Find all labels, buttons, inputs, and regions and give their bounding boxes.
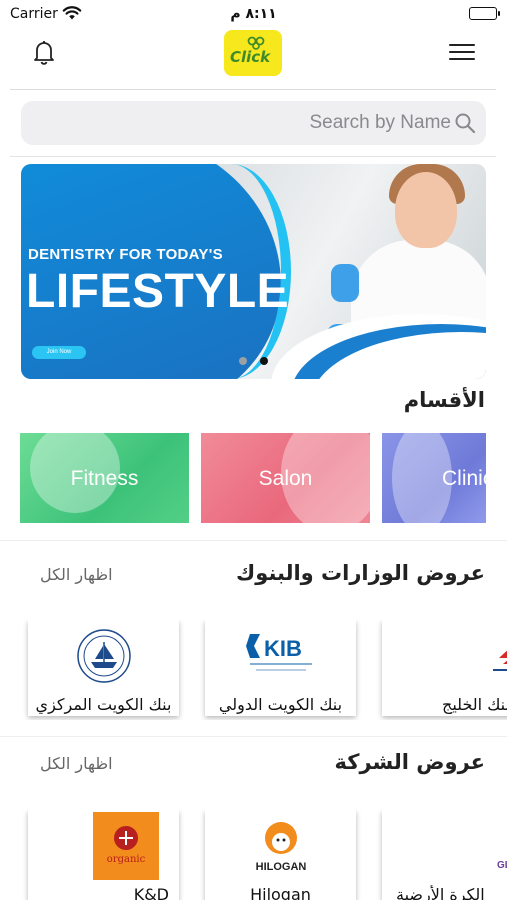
offer-card-label: الكرة الأرضية (396, 885, 485, 900)
offer-card-label: بنك الكويت المركزي (35, 695, 172, 714)
search-divider (10, 156, 496, 157)
battery-icon (469, 7, 500, 20)
svg-text:GLOBE: GLOBE (497, 860, 507, 871)
offer-card[interactable]: HILOGAN Hilogan (205, 810, 356, 900)
svg-text:HILOGAN: HILOGAN (255, 861, 306, 873)
category-fitness[interactable]: Fitness (20, 433, 189, 523)
categories-carousel: Fitness Salon Clinic (20, 433, 486, 523)
top-nav: Click (0, 28, 507, 84)
offer-card[interactable]: بنك الكويت المركزي (28, 620, 179, 716)
search-bar (21, 101, 486, 145)
app-logo[interactable]: Click (224, 30, 282, 76)
ministries-offers-title: عروض الوزارات والبنوك (236, 561, 485, 585)
clock: ٨:١١ م (230, 6, 277, 22)
company-show-all-link[interactable]: اظهار الكل (40, 754, 113, 773)
banner-photo-glove (331, 264, 359, 302)
category-clinic[interactable]: Clinic (382, 433, 486, 523)
offer-card[interactable]: organic K&D (28, 810, 179, 900)
hilogan-logo-icon: HILOGAN (246, 818, 316, 884)
offer-card[interactable]: GLOBE الكرة الأرضية (382, 810, 507, 900)
offer-card-label: K&D (133, 885, 169, 900)
category-label: Salon (258, 467, 313, 490)
banner-cta-button[interactable]: Join Now (32, 346, 86, 359)
offer-card-label: بنك الكويت الدولي (218, 695, 343, 714)
promo-banner[interactable]: DENTISTRY FOR TODAY'S LIFESTYLE Join Now (21, 164, 486, 379)
category-label: Clinic (442, 467, 486, 490)
carousel-dot-active[interactable] (260, 357, 268, 365)
svg-text:organic: organic (107, 854, 146, 865)
offer-card-label: Hilogan (250, 885, 311, 900)
banner-title: LIFESTYLE (26, 265, 290, 318)
logo-text: Click (230, 48, 271, 66)
notification-bell-icon[interactable] (28, 36, 60, 68)
banner-photo-face (395, 172, 457, 248)
categories-title: الأقسام (403, 388, 485, 412)
offer-card[interactable]: KIB بنك الكويت الدولي (205, 620, 356, 716)
header-divider (10, 89, 496, 90)
globe-logo-icon: GLOBE (493, 818, 507, 882)
hamburger-menu-icon[interactable] (449, 44, 475, 62)
category-label: Fitness (70, 467, 139, 490)
banner-subtitle: DENTISTRY FOR TODAY'S (28, 246, 223, 263)
category-salon[interactable]: Salon (201, 433, 370, 523)
svg-text:KIB: KIB (264, 636, 302, 661)
company-offers-title: عروض الشركة (334, 750, 486, 774)
offer-card-label: بنك الخليج (442, 695, 507, 714)
ministries-show-all-link[interactable]: اظهار الكل (40, 565, 113, 584)
status-bar: Carrier ٨:١١ م (0, 0, 507, 28)
carousel-dot[interactable] (239, 357, 247, 365)
ministries-offers-carousel: بنك الكويت المركزي KIB بنك الكويت الدولي… (0, 620, 507, 720)
section-divider (0, 736, 507, 737)
search-input[interactable] (31, 101, 451, 145)
organic-logo-icon: organic (93, 812, 159, 884)
search-icon[interactable] (454, 112, 476, 134)
gulf-bank-logo-icon (493, 628, 507, 682)
section-divider (0, 540, 507, 541)
kib-logo-icon: KIB (245, 628, 316, 682)
offer-card[interactable]: بنك الخليج (382, 620, 507, 716)
company-offers-carousel: organic K&D HILOGAN Hilogan GLOBE الكرة … (0, 810, 507, 900)
central-bank-logo-icon (76, 628, 132, 688)
